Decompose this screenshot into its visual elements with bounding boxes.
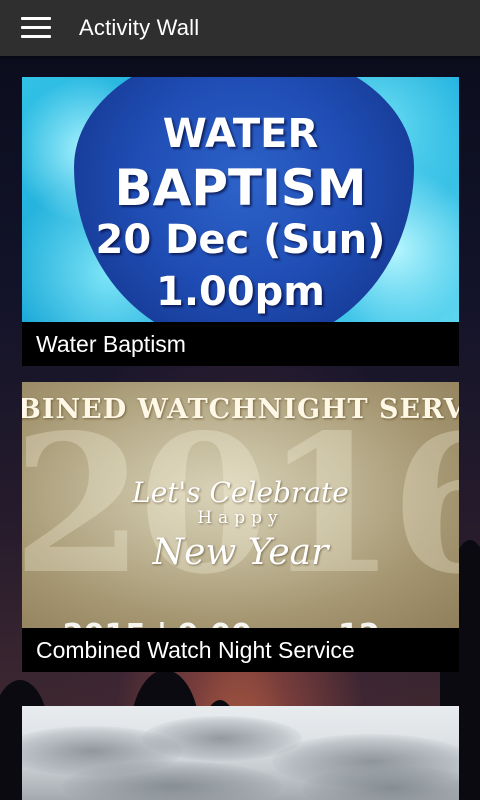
poster-line: BAPTISM: [114, 159, 367, 217]
app-bar: Activity Wall: [0, 0, 480, 56]
card-caption: Water Baptism: [22, 322, 459, 366]
poster-script: Happy: [197, 508, 284, 528]
poster-script: New Year: [152, 532, 329, 573]
poster-line: 20 Dec (Sun): [95, 217, 386, 263]
poster-title: BINED WATCHNIGHT SERV: [22, 394, 459, 425]
poster-script: Let's Celebrate: [132, 476, 349, 509]
poster-date: ec 2015 | 9.00pm - 12: [22, 618, 380, 628]
card-caption: Combined Watch Night Service: [22, 628, 459, 672]
page-title: Activity Wall: [79, 15, 200, 40]
poster-image-clouds: [22, 706, 459, 800]
feed-card-watch-night[interactable]: 2016 BINED WATCHNIGHT SERV Let's Celebra…: [22, 382, 459, 672]
poster-image-water-baptism: WATER BAPTISM 20 Dec (Sun) 1.00pm: [22, 77, 459, 322]
hamburger-menu-button[interactable]: [0, 0, 72, 56]
poster-image-watch-night: 2016 BINED WATCHNIGHT SERV Let's Celebra…: [22, 382, 459, 628]
poster-line: 1.00pm: [155, 269, 325, 315]
feed-card-3[interactable]: [22, 706, 459, 800]
poster-line: WATER: [162, 111, 319, 157]
hamburger-menu-icon: [21, 17, 51, 39]
feed-card-water-baptism[interactable]: WATER BAPTISM 20 Dec (Sun) 1.00pm Water …: [22, 77, 459, 366]
